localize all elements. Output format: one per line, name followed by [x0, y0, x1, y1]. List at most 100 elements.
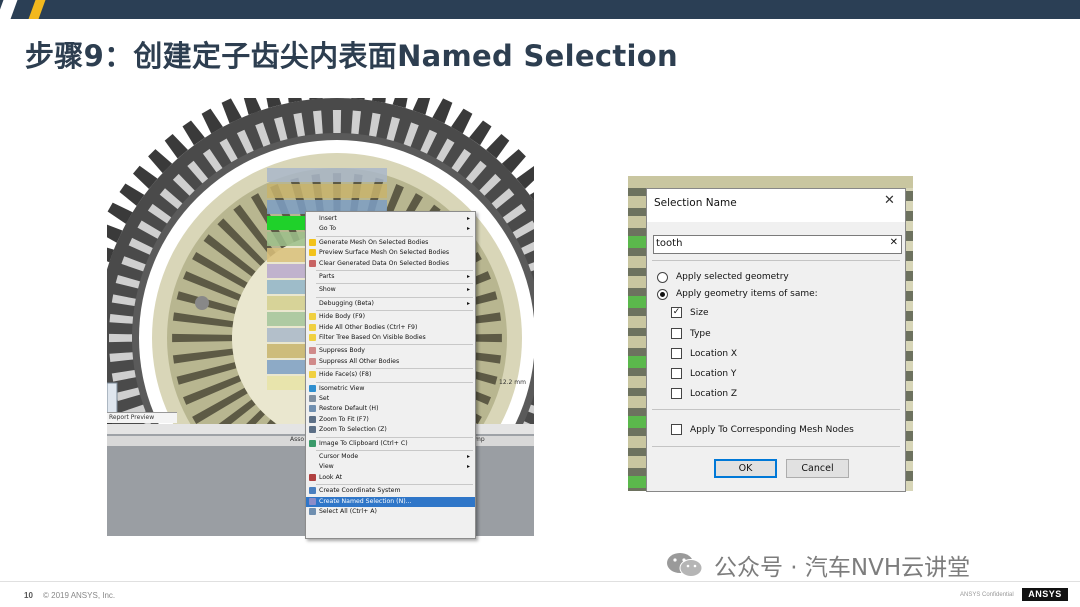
mesh-nodes-checkbox[interactable]: [671, 424, 682, 435]
apply-geometry-items-radio[interactable]: [657, 289, 668, 300]
type-checkbox[interactable]: [671, 328, 682, 339]
clear-input-icon[interactable]: ✕: [890, 237, 898, 248]
lightbulb-icon: [309, 334, 316, 341]
menu-item-debugging-beta[interactable]: Debugging (Beta) ▸: [306, 299, 475, 309]
wechat-icon: [667, 553, 703, 577]
menu-item-hide-all-other-bodies-ctrl-f9[interactable]: Hide All Other Bodies (Ctrl+ F9): [306, 323, 475, 333]
menu-item-zoom-to-fit-f7[interactable]: Zoom To Fit (F7): [306, 415, 475, 425]
menu-item-view[interactable]: View ▸: [306, 462, 475, 472]
location-y-checkbox[interactable]: [671, 368, 682, 379]
menu-item-label: Restore Default (H): [319, 405, 379, 413]
location-x-label: Location X: [690, 349, 738, 359]
menu-item-generate-mesh-on-selected-bodies[interactable]: Generate Mesh On Selected Bodies: [306, 238, 475, 248]
menu-item-go-to[interactable]: Go To ▸: [306, 224, 475, 234]
lightning-icon: [309, 249, 316, 257]
menu-item-hide-body-f9[interactable]: Hide Body (F9): [306, 312, 475, 322]
menu-item-cursor-mode[interactable]: Cursor Mode ▸: [306, 452, 475, 462]
menu-item-insert[interactable]: Insert ▸: [306, 214, 475, 224]
menu-item-label: Show: [319, 286, 336, 294]
submenu-arrow-icon: ▸: [466, 299, 470, 307]
cancel-button[interactable]: Cancel: [786, 459, 849, 478]
menu-item-label: Insert: [319, 215, 337, 222]
menu-item-label: Set: [319, 395, 330, 402]
divider: [652, 260, 900, 261]
apply-selected-geometry-radio[interactable]: [657, 272, 668, 283]
menu-item-look-at[interactable]: Look At: [306, 473, 475, 483]
lightbulb-icon: [309, 371, 316, 379]
menu-item-restore-default-h[interactable]: Restore Default (H): [306, 404, 475, 414]
apply-geometry-items-label: Apply geometry items of same:: [676, 289, 818, 299]
dialog-title: Selection Name: [654, 197, 737, 209]
globe-icon: [309, 384, 316, 392]
submenu-arrow-icon: ▸: [466, 286, 470, 294]
menu-item-zoom-to-selection-z[interactable]: Zoom To Selection (Z): [306, 425, 475, 435]
menu-item-isometric-view[interactable]: Isometric View: [306, 384, 475, 394]
clear-icon: [309, 259, 316, 267]
menu-separator: [316, 296, 473, 298]
zoom-icon: [309, 426, 316, 434]
menu-item-label: Isometric View: [319, 384, 365, 392]
slide-title: 步骤9：创建定子齿尖内表面Named Selection: [25, 39, 678, 73]
menu-item-label: Hide All Other Bodies (Ctrl+ F9): [319, 323, 418, 331]
selection-name-input[interactable]: tooth ✕: [653, 235, 902, 254]
menu-item-create-coordinate-system[interactable]: Create Coordinate System: [306, 486, 475, 496]
menu-item-label: Image To Clipboard (Ctrl+ C): [319, 439, 408, 447]
location-z-label: Location Z: [690, 389, 738, 399]
status-strip-left: Asso: [290, 436, 305, 443]
axes-icon: [309, 487, 316, 495]
menu-item-suppress-body[interactable]: Suppress Body: [306, 346, 475, 356]
menu-item-preview-surface-mesh-on-selected-bodies[interactable]: Preview Surface Mesh On Selected Bodies: [306, 248, 475, 258]
header-bar: [0, 0, 1080, 19]
status-strip-right: mp: [475, 436, 485, 443]
menu-item-label: Hide Face(s) (F8): [319, 371, 372, 379]
menu-item-hide-face-s-f8[interactable]: Hide Face(s) (F8): [306, 370, 475, 380]
menu-separator: [316, 310, 473, 312]
menu-separator: [316, 344, 473, 346]
close-icon[interactable]: ✕: [884, 193, 895, 208]
size-checkbox[interactable]: ✓: [671, 307, 682, 318]
menu-item-set[interactable]: Set: [306, 394, 475, 404]
menu-separator: [316, 484, 473, 486]
menu-item-select-all-ctrl-a[interactable]: Select All (Ctrl+ A): [306, 507, 475, 517]
location-z-checkbox[interactable]: [671, 388, 682, 399]
menu-item-label: Debugging (Beta): [319, 299, 374, 307]
lightbulb-icon: [309, 323, 316, 331]
menu-item-label: Go To: [319, 225, 337, 233]
menu-separator: [316, 283, 473, 285]
menu-item-label: Hide Body (F9): [319, 313, 365, 321]
menu-item-label: View: [319, 463, 334, 471]
menu-item-label: Cursor Mode: [319, 453, 359, 460]
submenu-arrow-icon: ▸: [466, 463, 470, 471]
divider: [652, 409, 900, 410]
menu-item-parts[interactable]: Parts ▸: [306, 272, 475, 282]
menu-item-label: Preview Surface Mesh On Selected Bodies: [319, 249, 450, 257]
menu-item-label: Generate Mesh On Selected Bodies: [319, 238, 429, 246]
location-x-checkbox[interactable]: [671, 348, 682, 359]
lightbulb-icon: [309, 313, 316, 321]
header-notch: [0, 0, 18, 19]
context-menu: Insert ▸ Go To ▸ Generate Mesh On Selected B…: [305, 211, 476, 539]
select-all-icon: [309, 508, 316, 515]
menu-item-label: Create Coordinate System: [319, 487, 401, 495]
menu-item-suppress-all-other-bodies[interactable]: Suppress All Other Bodies: [306, 357, 475, 367]
menu-item-create-named-selection-n[interactable]: Create Named Selection (N)...: [306, 496, 475, 507]
submenu-arrow-icon: ▸: [466, 215, 470, 222]
menu-item-show[interactable]: Show ▸: [306, 285, 475, 295]
ansys-logo: ANSYS: [1022, 588, 1068, 601]
set-icon: [309, 395, 316, 402]
menu-item-image-to-clipboard-ctrl-c[interactable]: Image To Clipboard (Ctrl+ C): [306, 439, 475, 449]
menu-item-clear-generated-data-on-selected-bodies[interactable]: Clear Generated Data On Selected Bodies: [306, 259, 475, 269]
apply-selected-geometry-label: Apply selected geometry: [676, 272, 789, 282]
zoom-icon: [309, 415, 316, 423]
suppress-icon: [309, 347, 316, 355]
menu-item-filter-tree-based-on-visible-bodies[interactable]: Filter Tree Based On Visible Bodies: [306, 333, 475, 343]
mesh-nodes-label: Apply To Corresponding Mesh Nodes: [690, 425, 854, 435]
ok-button[interactable]: OK: [714, 459, 777, 478]
menu-item-label: Zoom To Fit (F7): [319, 415, 369, 423]
menu-item-label: Select All (Ctrl+ A): [319, 508, 377, 515]
copyright: © 2019 ANSYS, Inc.: [43, 591, 116, 600]
menu-separator: [316, 368, 473, 370]
menu-separator: [316, 270, 473, 271]
report-preview-tab[interactable]: Report Preview: [107, 412, 177, 423]
menu-separator: [316, 436, 473, 438]
